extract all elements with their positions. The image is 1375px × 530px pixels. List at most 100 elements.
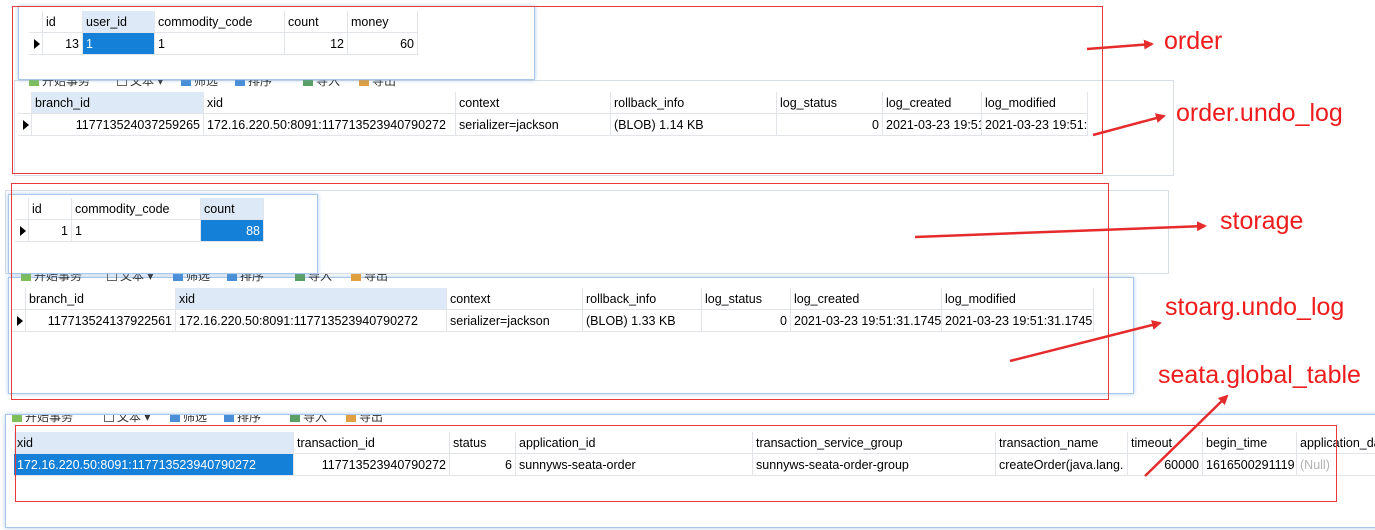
row-header-corner: [15, 198, 29, 220]
cell-log-status[interactable]: 0: [702, 310, 791, 332]
cell-xid[interactable]: 172.16.220.50:8091:117713523940790272: [176, 310, 447, 332]
col-money[interactable]: money: [348, 11, 418, 33]
begin-transaction-icon: [12, 415, 22, 423]
cell-rollback-info[interactable]: (BLOB) 1.33 KB: [583, 310, 702, 332]
sort-button[interactable]: 排序: [235, 79, 272, 88]
col-log-created[interactable]: log_created: [791, 288, 942, 310]
undo-log-toolbar: 开始事务 文本 ▾ 筛选 排序 导入 导出: [29, 79, 449, 93]
filter-button[interactable]: 筛选: [181, 79, 218, 88]
text-button[interactable]: 文本 ▾: [117, 79, 163, 88]
col-status[interactable]: status: [450, 432, 516, 454]
cell-rollback-info[interactable]: (BLOB) 1.14 KB: [611, 114, 777, 136]
cell-status[interactable]: 6: [450, 454, 516, 476]
cell-timeout[interactable]: 60000: [1128, 454, 1203, 476]
cell-log-created[interactable]: 2021-03-23 19:51:31.1745: [791, 310, 942, 332]
cell-count[interactable]: 88: [201, 220, 264, 242]
col-log-status[interactable]: log_status: [777, 92, 883, 114]
col-rollback-info[interactable]: rollback_info: [583, 288, 702, 310]
col-transaction-name[interactable]: transaction_name: [996, 432, 1128, 454]
cell-id[interactable]: 13: [43, 33, 83, 55]
annotation-order-undo-log: order.undo_log: [1176, 99, 1343, 127]
order-panel: id user_id commodity_code count money 13…: [18, 6, 535, 80]
begin-transaction-button[interactable]: 开始事务: [12, 415, 73, 424]
col-context[interactable]: context: [456, 92, 611, 114]
cell-application-id[interactable]: sunnyws-seata-order: [516, 454, 753, 476]
table-row[interactable]: 172.16.220.50:8091:117713523940790272 11…: [14, 454, 1375, 476]
cell-transaction-name[interactable]: createOrder(java.lang.: [996, 454, 1128, 476]
cell-application-data[interactable]: (Null): [1297, 454, 1375, 476]
col-commodity-code[interactable]: commodity_code: [72, 198, 201, 220]
col-log-status[interactable]: log_status: [702, 288, 791, 310]
cell-user-id[interactable]: 1: [83, 33, 155, 55]
col-application-id[interactable]: application_id: [516, 432, 753, 454]
text-label: 文本 ▾: [130, 79, 164, 88]
row-pointer-icon: [18, 114, 32, 136]
cell-branch-id[interactable]: 117713524037259265: [32, 114, 204, 136]
col-begin-time[interactable]: begin_time: [1203, 432, 1297, 454]
table-row[interactable]: 117713524137922561 172.16.220.50:8091:11…: [12, 310, 1102, 332]
filter-button[interactable]: 筛选: [173, 274, 210, 283]
cell-money[interactable]: 60: [348, 33, 418, 55]
cell-xid[interactable]: 172.16.220.50:8091:117713523940790272: [204, 114, 456, 136]
table-row[interactable]: 13 1 1 12 60: [21, 33, 421, 55]
table-row[interactable]: 1 1 88: [15, 220, 275, 242]
col-xid[interactable]: xid: [176, 288, 447, 310]
import-button[interactable]: 导入: [290, 415, 327, 424]
begin-transaction-button[interactable]: 开始事务: [29, 79, 90, 88]
col-context[interactable]: context: [447, 288, 583, 310]
col-application-data[interactable]: application_data: [1297, 432, 1375, 454]
cell-log-modified[interactable]: 2021-03-23 19:51:31.1745: [942, 310, 1094, 332]
col-transaction-id[interactable]: transaction_id: [294, 432, 450, 454]
col-branch-id[interactable]: branch_id: [26, 288, 176, 310]
col-xid[interactable]: xid: [204, 92, 456, 114]
cell-branch-id[interactable]: 117713524137922561: [26, 310, 176, 332]
col-count[interactable]: count: [201, 198, 264, 220]
cell-id[interactable]: 1: [29, 220, 72, 242]
col-id[interactable]: id: [29, 198, 72, 220]
cell-transaction-id[interactable]: 117713523940790272: [294, 454, 450, 476]
cell-context[interactable]: serializer=jackson: [456, 114, 611, 136]
filter-button[interactable]: 筛选: [170, 415, 207, 424]
cell-log-created[interactable]: 2021-03-23 19:51:31.1745: [883, 114, 982, 136]
cell-context[interactable]: serializer=jackson: [447, 310, 583, 332]
import-button[interactable]: 导入: [303, 79, 340, 88]
col-transaction-service-group[interactable]: transaction_service_group: [753, 432, 996, 454]
col-count[interactable]: count: [285, 11, 348, 33]
col-rollback-info[interactable]: rollback_info: [611, 92, 777, 114]
sort-icon: [224, 415, 234, 423]
cell-commodity-code[interactable]: 1: [72, 220, 201, 242]
filter-icon: [181, 79, 191, 87]
filter-label: 筛选: [183, 415, 208, 424]
col-id[interactable]: id: [43, 11, 83, 33]
begin-transaction-label: 开始事务: [25, 415, 74, 424]
header-row: xid transaction_id status application_id…: [14, 432, 1375, 454]
cell-log-status[interactable]: 0: [777, 114, 883, 136]
cell-transaction-service-group[interactable]: sunnyws-seata-order-group: [753, 454, 996, 476]
col-log-modified[interactable]: log_modified: [982, 92, 1088, 114]
col-xid[interactable]: xid: [14, 432, 294, 454]
text-button[interactable]: 文本 ▾: [107, 274, 153, 283]
cell-begin-time[interactable]: 1616500291119: [1203, 454, 1297, 476]
sort-button[interactable]: 排序: [227, 274, 264, 283]
col-commodity-code[interactable]: commodity_code: [155, 11, 285, 33]
cell-log-modified[interactable]: 2021-03-23 19:51:31.1745: [982, 114, 1088, 136]
col-user-id[interactable]: user_id: [83, 11, 155, 33]
annotation-storage-undo-log: stoarg.undo_log: [1165, 293, 1345, 321]
table-row[interactable]: 117713524037259265 172.16.220.50:8091:11…: [18, 114, 1098, 136]
cell-commodity-code[interactable]: 1: [155, 33, 285, 55]
col-log-created[interactable]: log_created: [883, 92, 982, 114]
col-log-modified[interactable]: log_modified: [942, 288, 1094, 310]
header-row: branch_id xid context rollback_info log_…: [18, 92, 1098, 114]
col-branch-id[interactable]: branch_id: [32, 92, 204, 114]
sort-button[interactable]: 排序: [224, 415, 261, 424]
export-button[interactable]: 导出: [351, 274, 388, 283]
export-button[interactable]: 导出: [359, 79, 396, 88]
text-button[interactable]: 文本 ▾: [104, 415, 150, 424]
begin-transaction-icon: [29, 79, 39, 87]
cell-xid[interactable]: 172.16.220.50:8091:117713523940790272: [14, 454, 294, 476]
col-timeout[interactable]: timeout: [1128, 432, 1203, 454]
begin-transaction-button[interactable]: 开始事务: [21, 274, 82, 283]
cell-count[interactable]: 12: [285, 33, 348, 55]
import-button[interactable]: 导入: [295, 274, 332, 283]
export-button[interactable]: 导出: [346, 415, 383, 424]
